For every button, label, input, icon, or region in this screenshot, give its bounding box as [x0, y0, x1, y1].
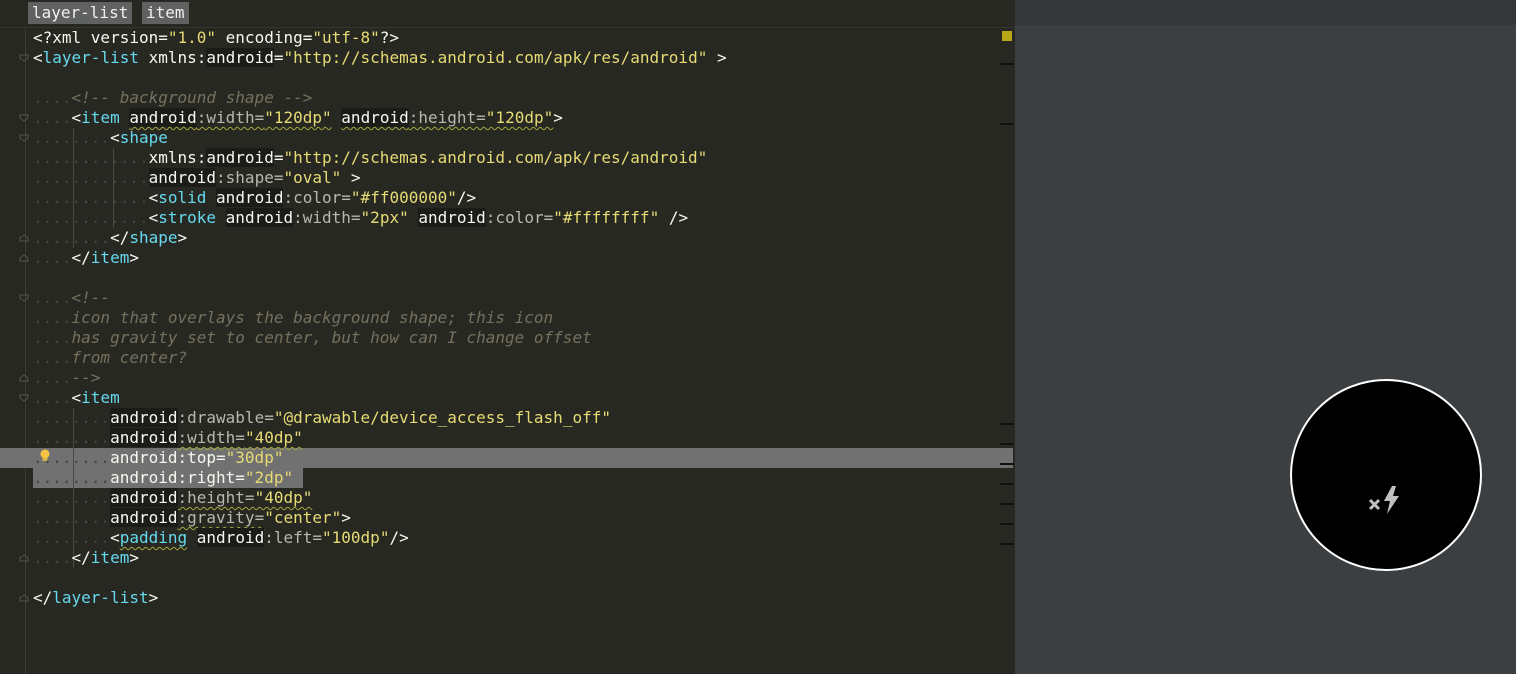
code-line-20: ........android:drawable="@drawable/devi…	[33, 408, 611, 427]
code-line-23: ........android:right="2dp"	[33, 468, 294, 487]
fold-end-icon[interactable]	[19, 594, 29, 602]
code-line-27: ....</item>	[33, 548, 139, 567]
fold-toggle-icon[interactable]	[19, 114, 29, 122]
code-line-2: <layer-list xmlns:android="http://schema…	[33, 48, 727, 67]
code-line-25: ........android:gravity="center">	[33, 508, 351, 527]
breadcrumb-item-item[interactable]: item	[142, 2, 189, 24]
code-line-8: ............android:shape="oval" >	[33, 168, 361, 187]
code-line-4: ....<!-- background shape -->	[33, 88, 313, 107]
code-line-21: ........android:width="40dp"	[33, 428, 303, 447]
gutter-divider	[25, 28, 26, 674]
code-line-16: ....has gravity set to center, but how c…	[33, 328, 592, 347]
fold-end-icon[interactable]	[19, 254, 29, 262]
scroll-marker[interactable]	[1000, 123, 1014, 125]
scroll-marker[interactable]	[1000, 483, 1014, 485]
code-line-11: ........</shape>	[33, 228, 188, 247]
code-line-14: ....<!--	[33, 288, 111, 307]
scroll-marker[interactable]	[1000, 443, 1014, 445]
code-line-1: <?xml version="1.0" encoding="utf-8"?>	[33, 28, 400, 47]
scroll-marker[interactable]	[1000, 543, 1014, 545]
fold-toggle-icon[interactable]	[19, 294, 29, 302]
code-line-24: ........android:height="40dp"	[33, 488, 313, 507]
code-line-12: ....</item>	[33, 248, 139, 267]
fold-toggle-icon[interactable]	[19, 394, 29, 402]
preview-pane	[1015, 0, 1516, 674]
code-line-26: ........<padding android:left="100dp"/>	[33, 528, 409, 547]
code-line-18: ....-->	[33, 368, 101, 387]
code-line-5: ....<item android:width="120dp" android:…	[33, 108, 563, 127]
code-editor[interactable]: <?xml version="1.0" encoding="utf-8"?> <…	[0, 28, 1015, 674]
scroll-marker[interactable]	[1000, 423, 1014, 425]
code-line-10: ............<stroke android:width="2px" …	[33, 208, 689, 227]
code-line-19: ....<item	[33, 388, 120, 407]
preview-toolbar	[1015, 0, 1516, 25]
code-line-6: ........<shape	[33, 128, 168, 147]
scroll-marker[interactable]	[1000, 503, 1014, 505]
fold-toggle-icon[interactable]	[19, 54, 29, 62]
code-line-9: ............<solid android:color="#ff000…	[33, 188, 477, 207]
breadcrumb: layer-list item	[0, 0, 1015, 28]
scroll-marker[interactable]	[1000, 463, 1014, 465]
code-line-17: ....from center?	[33, 348, 188, 367]
fold-end-icon[interactable]	[19, 374, 29, 382]
layer-list-preview	[1290, 379, 1482, 571]
fold-end-icon[interactable]	[19, 234, 29, 242]
code-line-7: ............xmlns:android="http://schema…	[33, 148, 708, 167]
fold-end-icon[interactable]	[19, 554, 29, 562]
scroll-marker[interactable]	[1000, 63, 1014, 65]
code-line-29: </layer-list>	[33, 588, 159, 607]
fold-toggle-icon[interactable]	[19, 134, 29, 142]
code-line-22: ........android:top="30dp"	[33, 448, 284, 467]
code-line-15: ....icon that overlays the background sh…	[33, 308, 554, 327]
flash-off-icon	[1368, 486, 1399, 514]
scroll-marker[interactable]	[1000, 523, 1014, 525]
warning-marker[interactable]	[1002, 31, 1012, 41]
breadcrumb-item-layer-list[interactable]: layer-list	[28, 2, 133, 24]
